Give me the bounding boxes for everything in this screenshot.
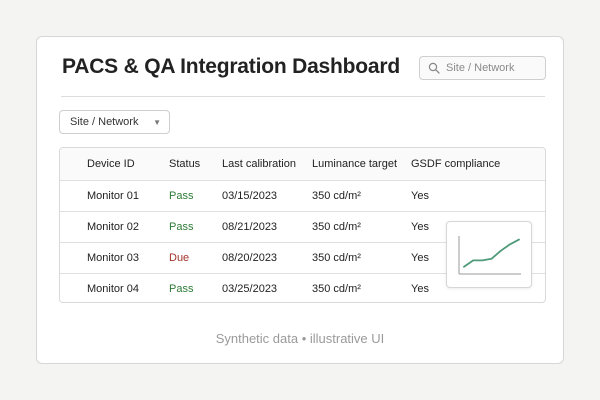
page-title: PACS & QA Integration Dashboard [62,55,400,78]
column-header-gsdf-compliance[interactable]: GSDF compliance [411,158,500,170]
luminance-cell: 350 cd/m² [312,252,361,264]
gsdf-cell: Yes [411,221,429,233]
device-id-cell: Monitor 01 [87,190,139,202]
luminance-cell: 350 cd/m² [312,283,361,295]
status-cell: Due [169,252,190,264]
status-cell: Pass [169,190,194,202]
select-value: Site / Network [70,116,139,128]
device-id-cell: Monitor 04 [87,283,139,295]
calibration-date-cell: 08/20/2023 [222,252,278,264]
site-network-select[interactable]: Site / Network ▼ [59,110,170,134]
table-row[interactable]: Monitor 01 Pass 03/15/2023 350 cd/m² Yes [60,180,545,211]
calibration-date-cell: 03/15/2023 [222,190,278,202]
search-box[interactable] [419,56,546,80]
column-header-last-calibration[interactable]: Last calibration [222,158,296,170]
gsdf-cell: Yes [411,190,429,202]
status-cell: Pass [169,221,194,233]
device-id-cell: Monitor 03 [87,252,139,264]
luminance-cell: 350 cd/m² [312,190,361,202]
table-header-row: Device ID Status Last calibration Lumina… [60,148,545,180]
header-divider [61,96,545,97]
column-header-luminance-target[interactable]: Luminance target [312,158,397,170]
dashboard-card: PACS & QA Integration Dashboard Site / N… [36,36,564,364]
column-header-status[interactable]: Status [169,158,200,170]
trend-sparkline-card[interactable] [446,221,532,288]
sparkline-line [463,238,520,268]
gsdf-cell: Yes [411,252,429,264]
gsdf-cell: Yes [411,283,429,295]
calibration-date-cell: 08/21/2023 [222,221,278,233]
search-input[interactable] [446,62,541,74]
sparkline-chart [458,236,521,275]
chevron-down-icon: ▼ [153,118,161,127]
search-icon [428,62,440,74]
calibration-date-cell: 03/25/2023 [222,283,278,295]
luminance-cell: 350 cd/m² [312,221,361,233]
footer-note: Synthetic data • illustrative UI [215,331,385,346]
status-cell: Pass [169,283,194,295]
column-header-device-id[interactable]: Device ID [87,158,135,170]
device-id-cell: Monitor 02 [87,221,139,233]
